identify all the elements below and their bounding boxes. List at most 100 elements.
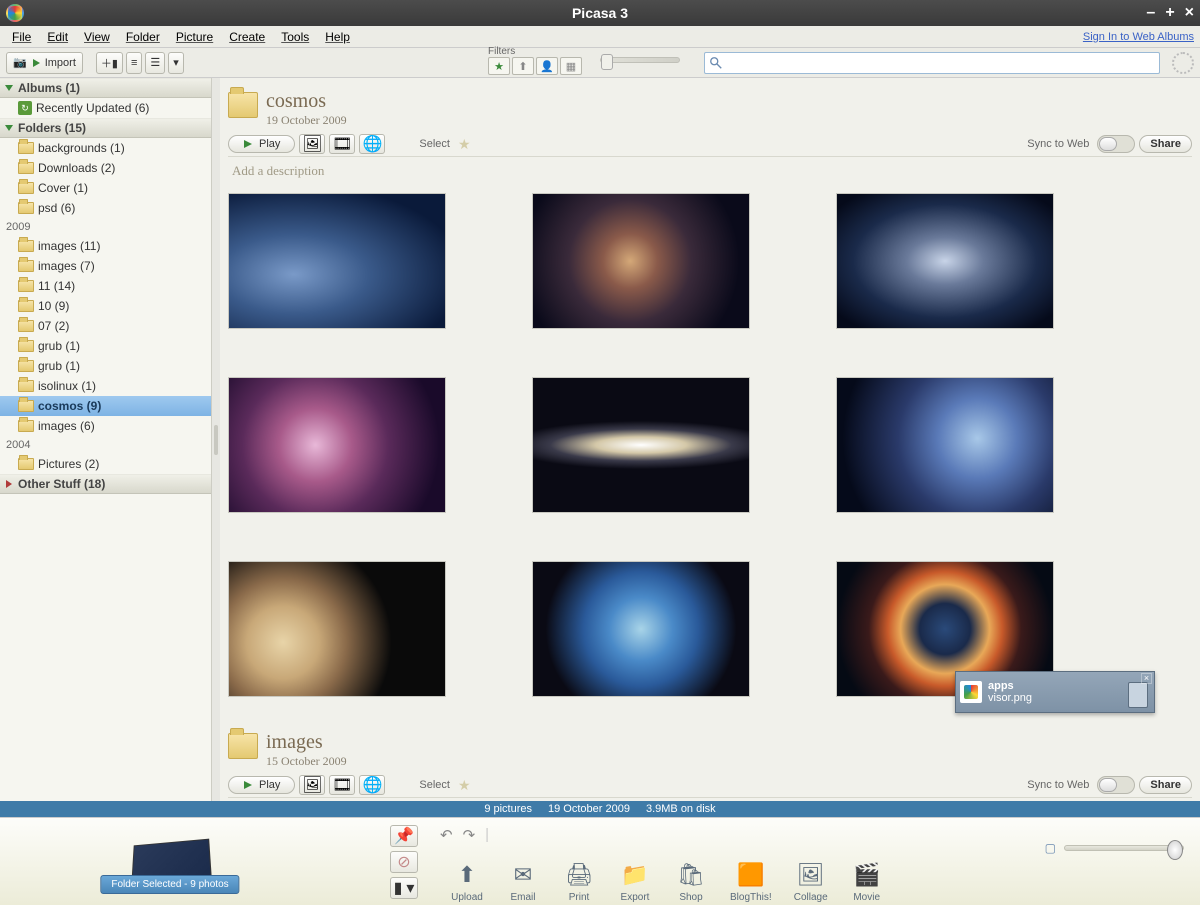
thumbnail-sombrero-galaxy[interactable] bbox=[532, 377, 750, 513]
description-field[interactable]: Add a description bbox=[228, 157, 1192, 183]
sidebar-folder-item[interactable]: backgrounds (1) bbox=[0, 138, 211, 158]
tree-view-button[interactable]: ☰ bbox=[145, 52, 165, 74]
add-to-button[interactable]: ▮ ▾ bbox=[390, 877, 418, 899]
date-slider[interactable] bbox=[600, 57, 680, 63]
sidebar-folder-item[interactable]: Cover (1) bbox=[0, 178, 211, 198]
share-button[interactable]: Share bbox=[1139, 135, 1192, 153]
folder-icon bbox=[18, 240, 34, 252]
thumbnail-spiral-galaxy-2[interactable] bbox=[836, 193, 1054, 329]
menu-folder[interactable]: Folder bbox=[118, 28, 168, 46]
create-movie-button[interactable]: 🎞 bbox=[329, 775, 355, 795]
minimize-button[interactable]: – bbox=[1146, 4, 1155, 22]
sidebar-folder-item[interactable]: grub (1) bbox=[0, 356, 211, 376]
filter-faces-button[interactable]: 👤 bbox=[536, 57, 558, 75]
play-slideshow-button[interactable]: Play bbox=[228, 776, 295, 794]
folder-icon bbox=[18, 360, 34, 372]
menu-view[interactable]: View bbox=[76, 28, 118, 46]
photo-tray[interactable]: Folder Selected - 9 photos bbox=[130, 840, 210, 890]
close-button[interactable]: × bbox=[1185, 4, 1194, 22]
thumbnail-comet[interactable] bbox=[836, 377, 1054, 513]
rotate-cw-button[interactable]: ↷ bbox=[463, 826, 476, 844]
signin-link[interactable]: Sign In to Web Albums bbox=[1083, 31, 1194, 43]
action-export[interactable]: 📁Export bbox=[618, 860, 652, 903]
add-photos-button[interactable]: 🖼 bbox=[299, 134, 325, 154]
folder-icon bbox=[18, 162, 34, 174]
flat-view-button[interactable]: ≡ bbox=[126, 52, 142, 74]
menu-edit[interactable]: Edit bbox=[39, 28, 76, 46]
thumbnail-earth-blue-marble[interactable] bbox=[532, 561, 750, 697]
sidebar-folder-item[interactable]: 07 (2) bbox=[0, 316, 211, 336]
sidebar-recently-updated[interactable]: ↻ Recently Updated (6) bbox=[0, 98, 211, 118]
menu-picture[interactable]: Picture bbox=[168, 28, 221, 46]
albums-header[interactable]: Albums (1) bbox=[0, 78, 211, 98]
sidebar-folder-item[interactable]: 10 (9) bbox=[0, 296, 211, 316]
thumbnail-small-icon[interactable]: ▢ bbox=[1045, 841, 1056, 855]
menu-tools[interactable]: Tools bbox=[273, 28, 317, 46]
close-icon[interactable]: × bbox=[1141, 673, 1152, 684]
star-filter-icon[interactable]: ★ bbox=[458, 777, 471, 794]
sidebar-folder-item[interactable]: Pictures (2) bbox=[0, 454, 211, 474]
sidebar-folder-item[interactable]: images (11) bbox=[0, 236, 211, 256]
thumbnail-earth-horizon[interactable] bbox=[228, 193, 446, 329]
separator: | bbox=[485, 826, 489, 844]
action-collage[interactable]: 🖼Collage bbox=[794, 860, 828, 903]
action-shop[interactable]: 🛍Shop bbox=[674, 860, 708, 903]
filter-uploads-button[interactable]: ⬆ bbox=[512, 57, 534, 75]
action-movie[interactable]: 🎬Movie bbox=[850, 860, 884, 903]
create-movie-button[interactable]: 🎞 bbox=[329, 134, 355, 154]
action-upload[interactable]: ⬆Upload bbox=[450, 860, 484, 903]
menu-help[interactable]: Help bbox=[317, 28, 358, 46]
sidebar-resize-handle[interactable] bbox=[212, 78, 220, 801]
import-button[interactable]: 📷 Import bbox=[6, 52, 83, 74]
sidebar-folder-item[interactable]: cosmos (9) bbox=[0, 396, 211, 416]
other-stuff-header[interactable]: Other Stuff (18) bbox=[0, 474, 211, 494]
thumbnail-jupiter[interactable] bbox=[228, 561, 446, 697]
status-bar: 9 pictures 19 October 2009 3.9MB on disk bbox=[0, 801, 1200, 817]
geotag-button[interactable]: 🌐 bbox=[359, 134, 385, 154]
sidebar-folder-item[interactable]: Downloads (2) bbox=[0, 158, 211, 178]
play-slideshow-button[interactable]: Play bbox=[228, 135, 295, 153]
sync-toggle[interactable] bbox=[1097, 776, 1135, 794]
search-input[interactable] bbox=[704, 52, 1160, 74]
clear-button[interactable]: ⊘ bbox=[390, 851, 418, 873]
album-title[interactable]: images bbox=[266, 731, 347, 754]
zoom-slider[interactable] bbox=[1064, 845, 1184, 851]
menu-file[interactable]: File bbox=[4, 28, 39, 46]
sidebar-folder-item[interactable]: images (7) bbox=[0, 256, 211, 276]
thumbnail-spiral-galaxy-1[interactable] bbox=[532, 193, 750, 329]
collage-icon: 🖼 bbox=[794, 860, 828, 890]
folders-header[interactable]: Folders (15) bbox=[0, 118, 211, 138]
star-filter-icon[interactable]: ★ bbox=[458, 136, 471, 153]
rotate-ccw-button[interactable]: ↶ bbox=[440, 826, 453, 844]
thumbnail-nebula[interactable] bbox=[228, 377, 446, 513]
folder-icon[interactable] bbox=[228, 733, 258, 759]
sidebar-folder-item[interactable]: images (6) bbox=[0, 416, 211, 436]
select-label[interactable]: Select bbox=[419, 138, 450, 150]
sidebar-folder-item[interactable]: isolinux (1) bbox=[0, 376, 211, 396]
folder-label: grub (1) bbox=[38, 339, 80, 353]
add-photos-button[interactable]: 🖼 bbox=[299, 775, 325, 795]
folder-icon[interactable] bbox=[228, 92, 258, 118]
maximize-button[interactable]: + bbox=[1165, 4, 1174, 22]
select-label[interactable]: Select bbox=[419, 779, 450, 791]
download-notification[interactable]: apps visor.png × bbox=[955, 671, 1155, 713]
filter-starred-button[interactable]: ★ bbox=[488, 57, 510, 75]
action-blogthis[interactable]: 🟧BlogThis! bbox=[730, 860, 772, 903]
view-dropdown-button[interactable]: ▾ bbox=[168, 52, 184, 74]
share-button[interactable]: Share bbox=[1139, 776, 1192, 794]
filter-movies-button[interactable]: ▦ bbox=[560, 57, 582, 75]
sync-toggle[interactable] bbox=[1097, 135, 1135, 153]
action-print[interactable]: 🖨Print bbox=[562, 860, 596, 903]
year-2009-label: 2009 bbox=[0, 218, 211, 236]
sidebar-folder-item[interactable]: 11 (14) bbox=[0, 276, 211, 296]
sidebar-folder-item[interactable]: grub (1) bbox=[0, 336, 211, 356]
status-count: 9 pictures bbox=[484, 803, 532, 815]
album-title[interactable]: cosmos bbox=[266, 90, 347, 113]
menu-create[interactable]: Create bbox=[221, 28, 273, 46]
sidebar-folder-item[interactable]: psd (6) bbox=[0, 198, 211, 218]
action-email[interactable]: ✉Email bbox=[506, 860, 540, 903]
description-field[interactable]: Add a description bbox=[228, 798, 1192, 801]
hold-button[interactable]: 📌 bbox=[390, 825, 418, 847]
add-folder-button[interactable]: ＋▮ bbox=[96, 52, 123, 74]
geotag-button[interactable]: 🌐 bbox=[359, 775, 385, 795]
